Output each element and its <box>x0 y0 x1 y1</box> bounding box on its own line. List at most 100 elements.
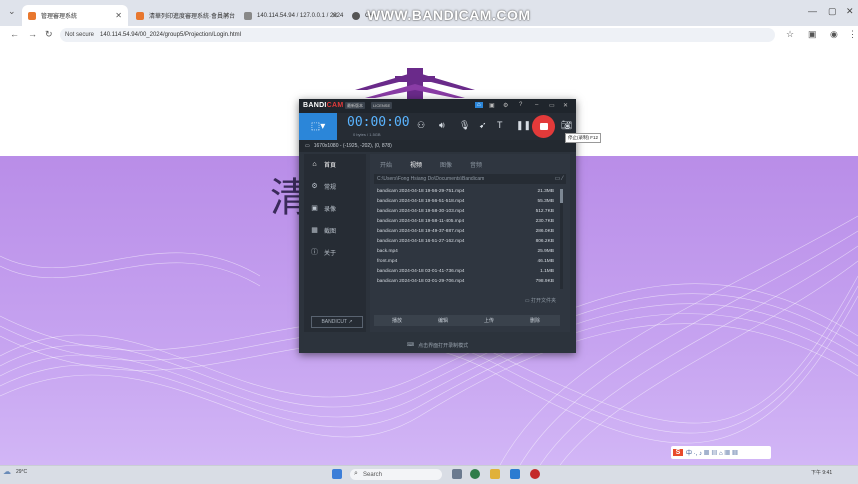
help-icon[interactable]: ? <box>519 102 522 108</box>
browser-tab-3[interactable]: 140.114.54.94 / 127.0.0.1 / 2024 ✕ <box>238 5 344 26</box>
restore-icon[interactable]: ▭ <box>549 102 555 109</box>
file-row[interactable]: bandicam 2024-04-18 19-56-29-751.mp4 21.3… <box>374 187 560 196</box>
tab-video[interactable]: 视频 <box>410 160 422 169</box>
sogou-ime-icon[interactable]: S <box>673 449 683 456</box>
text-icon[interactable]: T <box>497 120 503 130</box>
bandicam-titlebar[interactable]: BANDICAM 最新版本 LICENSE ⌂ ▣ ⚙ ? – ▭ ✕ <box>299 99 576 113</box>
weather-temp: 29°C <box>16 469 28 475</box>
chrome-icon[interactable] <box>470 469 480 479</box>
windows-start-icon[interactable] <box>332 469 342 479</box>
file-row[interactable]: bandicam 2024-04-18 16-51-27-162.mp4 806.… <box>374 237 560 246</box>
file-row[interactable]: bandicam 2024-04-18 19-56-51-518.mp4 55.3… <box>374 197 560 206</box>
weather-widget[interactable]: ☁ 29°C <box>3 468 28 476</box>
file-action-bar: 播放 编辑 上传 删除 <box>374 315 560 326</box>
screenshot-camera-icon[interactable]: 📷︎ <box>561 120 572 131</box>
bandicam-sidebar: ⌂ 首頁 ⚙ 常规 ▣ 录像 ▦ 截图 ⓘ 关于 BANDICUT ↗ <box>304 154 366 332</box>
file-row[interactable]: bandicam 2024-04-18 03-01-41-736.mp4 1.1M… <box>374 267 560 276</box>
keyboard-icon: ⌨ <box>406 342 415 348</box>
reload-icon[interactable]: ↻ <box>45 29 53 40</box>
not-secure-badge[interactable]: Not secure <box>65 32 94 38</box>
sidebar-item-general[interactable]: ⚙ 常规 <box>304 178 366 194</box>
screen-mode-button[interactable]: ⬚▾ <box>299 113 337 140</box>
delete-button[interactable]: 删除 <box>530 317 540 324</box>
sidebar-item-about[interactable]: ⓘ 关于 <box>304 244 366 260</box>
close-window-icon[interactable]: ✕ <box>846 6 854 17</box>
system-clock[interactable]: 下午 9:41 <box>811 469 832 476</box>
minimize-icon[interactable]: — <box>808 6 817 16</box>
microphone-icon[interactable]: 🎙︎ <box>459 120 470 131</box>
browser-tab-1[interactable]: 管理審理系統 ✕ <box>22 5 128 26</box>
home-toggle-icon[interactable]: ⌂ <box>475 102 483 108</box>
minimize-icon[interactable]: – <box>535 102 538 108</box>
tab-start[interactable]: 开始 <box>380 160 392 169</box>
pause-icon[interactable]: ❚❚ <box>516 120 531 131</box>
scrollbar-thumb[interactable] <box>560 189 563 203</box>
version-badge[interactable]: 最新版本 <box>345 102 365 109</box>
license-badge[interactable]: LICENSE <box>371 102 393 109</box>
search-placeholder: Search <box>363 471 383 478</box>
stop-icon <box>539 123 548 130</box>
sidebar-item-video[interactable]: ▣ 录像 <box>304 200 366 216</box>
cursor-icon[interactable]: ➹ <box>479 120 487 131</box>
upload-button[interactable]: 上传 <box>484 317 494 324</box>
edit-button[interactable]: 编辑 <box>438 317 448 324</box>
bookmark-star-icon[interactable]: ☆ <box>786 29 794 40</box>
file-row[interactable]: bandicam 2024-04-18 03-01-29-706.mp4 798.… <box>374 277 560 286</box>
output-path[interactable]: C:\Users\Fong Hsiang Do\Documents\Bandic… <box>374 174 566 184</box>
record-timer: 00:00:00 <box>347 115 410 130</box>
close-tab-icon[interactable]: ✕ <box>115 11 122 20</box>
file-row[interactable]: bandicam 2024-04-18 19-58-30-103.mp4 512.… <box>374 207 560 216</box>
bandicam-logo: BANDICAM <box>303 102 344 109</box>
status-text: 点击界面打开录制模式 <box>418 342 469 349</box>
close-tab-icon[interactable]: ✕ <box>223 11 230 20</box>
url-omnibox[interactable]: Not secure 140.114.54.94/00_2024/group5/… <box>60 28 775 42</box>
ime-toolbar[interactable]: S 中 ·, ♪ ▦ ▤ ⌂ ▦ ▦ <box>671 446 771 459</box>
open-folder-link[interactable]: ▭ 打开文件夹 <box>525 297 556 304</box>
resolution-bar[interactable]: ▭ 1670x1080 - (-1925, -202), (0, 878) <box>299 140 576 152</box>
game-mode-icon[interactable]: ▣ <box>489 102 495 109</box>
bandicam-main-panel: 开始 视频 图像 音频 C:\Users\Fong Hsiang Do\Docu… <box>370 154 570 332</box>
browser-tab-2[interactable]: 清華列印進度審理系統·會員前台 ✕ <box>130 5 236 26</box>
close-icon[interactable]: ✕ <box>563 102 568 109</box>
sidebar-item-label: 截图 <box>324 228 337 235</box>
monitor-icon: ▭ <box>305 143 310 149</box>
forward-icon[interactable]: → <box>28 29 37 39</box>
sidebar-item-image[interactable]: ▦ 截图 <box>304 222 366 238</box>
tab-image[interactable]: 图像 <box>440 160 452 169</box>
output-path-text: C:\Users\Fong Hsiang Do\Documents\Bandic… <box>377 176 485 182</box>
ime-status-icons[interactable]: 中 ·, ♪ ▦ ▤ ⌂ ▦ ▦ <box>686 448 738 457</box>
tab-audio[interactable]: 音频 <box>470 160 482 169</box>
menu-icon[interactable]: ⋮ <box>848 29 857 40</box>
tab-search-icon[interactable]: ⌄ <box>8 6 16 17</box>
task-view-icon[interactable] <box>452 469 462 479</box>
extensions-icon[interactable]: ▣ <box>808 29 817 40</box>
file-list-scrollbar[interactable] <box>560 189 563 289</box>
play-button[interactable]: 播放 <box>392 317 402 324</box>
maximize-icon[interactable]: ▢ <box>828 6 837 17</box>
file-row[interactable]: front.mp4 46.1MB <box>374 257 560 266</box>
bandicut-button[interactable]: BANDICUT ↗ <box>311 316 363 328</box>
tab-title: 管理審理系統 <box>41 14 78 20</box>
video-icon: ▣ <box>311 205 318 212</box>
bandicam-taskbar-icon[interactable] <box>530 469 540 479</box>
browser-tab-bar: ⌄ 管理審理系統 ✕ 清華列印進度審理系統·會員前台 ✕ 140.114.54.… <box>0 0 858 26</box>
vscode-icon[interactable] <box>510 469 520 479</box>
file-row[interactable]: bandicam 2024-04-18 19-58-11-405.mp4 230.… <box>374 217 560 226</box>
cloud-icon: ☁ <box>3 467 11 476</box>
close-tab-icon[interactable]: ✕ <box>331 11 338 20</box>
file-explorer-icon[interactable] <box>490 469 500 479</box>
bandicam-status-bar[interactable]: ⌨ 点击界面打开录制模式 <box>299 337 576 353</box>
sidebar-item-home[interactable]: ⌂ 首頁 <box>304 156 366 172</box>
profile-avatar[interactable]: ◉ <box>830 29 838 40</box>
speaker-icon[interactable]: 🔊︎ <box>439 120 445 131</box>
lock-icon[interactable]: ⚙ <box>503 102 508 109</box>
record-stop-button[interactable] <box>532 115 555 138</box>
gear-icon: ⚙ <box>311 183 318 190</box>
webcam-icon[interactable]: ⚇ <box>417 120 425 131</box>
file-row[interactable]: bandicam 2024-04-18 19-49-37-887.mp4 286.… <box>374 227 560 236</box>
taskbar-search[interactable]: ⌕ Search <box>350 469 442 480</box>
file-row[interactable]: back.mp4 25.9MB <box>374 247 560 256</box>
url-text[interactable]: 140.114.54.94/00_2024/group5/Projection/… <box>100 32 241 38</box>
folder-icon[interactable]: ▭ ⁄ <box>555 175 563 182</box>
back-icon[interactable]: ← <box>10 29 19 39</box>
